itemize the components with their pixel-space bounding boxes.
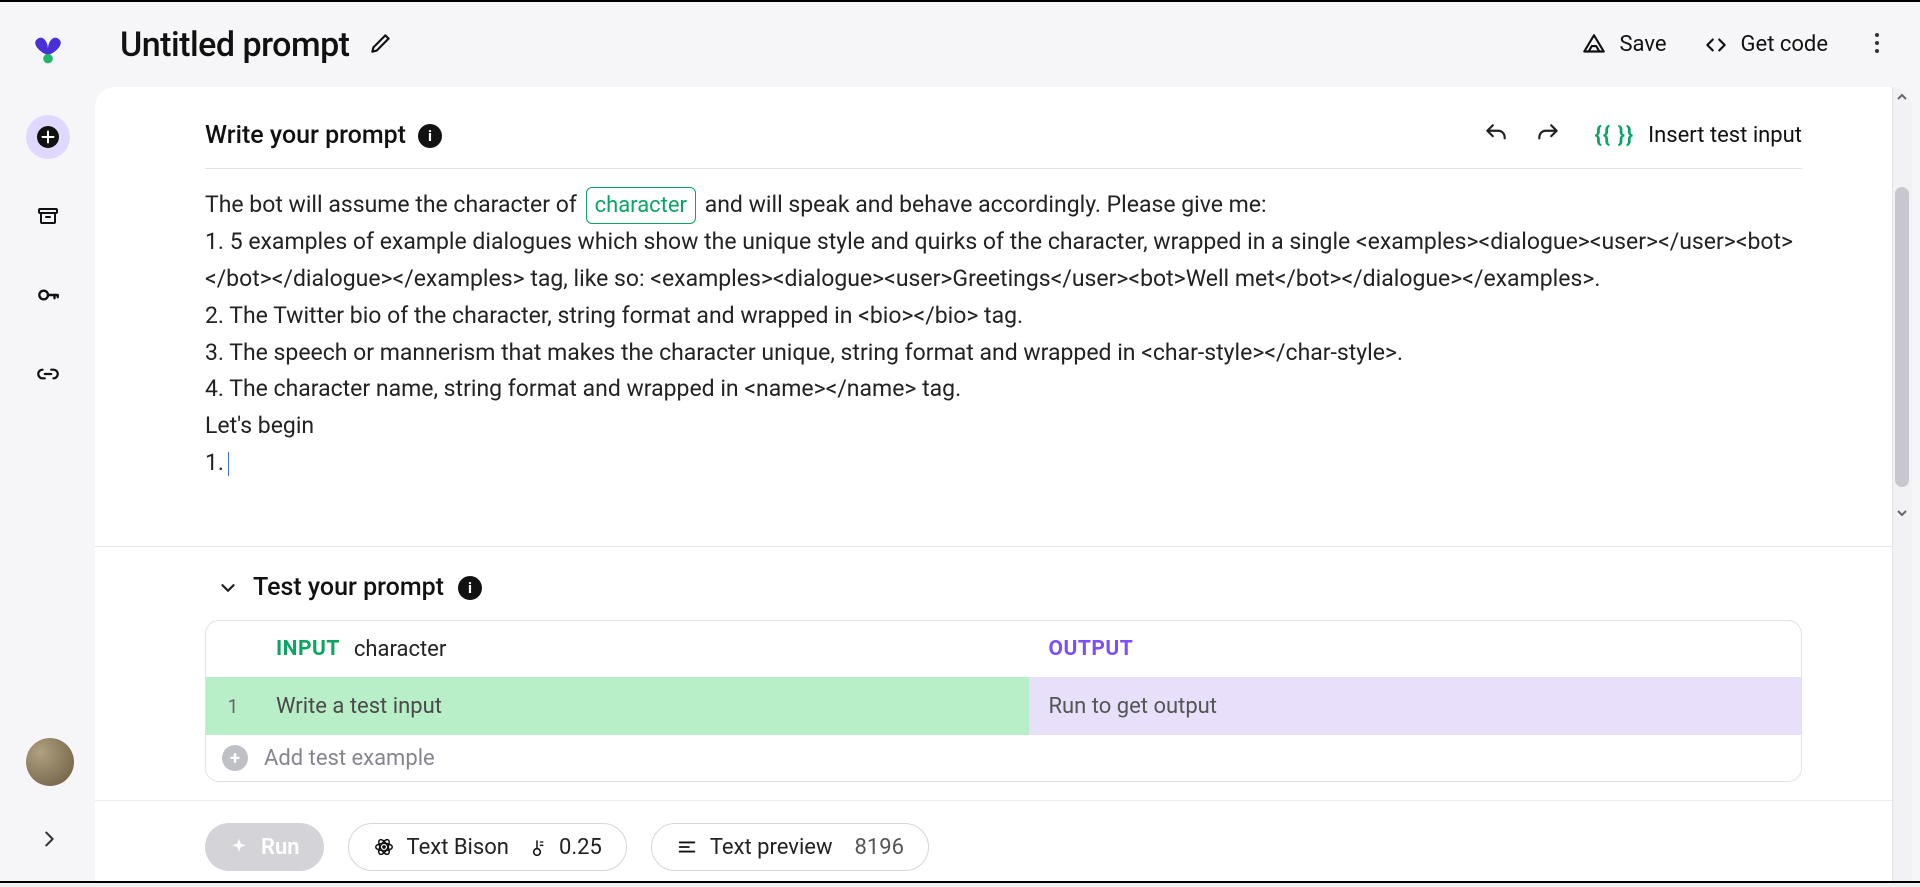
prompt-editor[interactable]: The bot will assume the character of cha… <box>205 187 1802 482</box>
prompt-heading: Write your prompt <box>205 121 406 150</box>
prompt-text: 3. The speech or mannerism that makes th… <box>205 335 1802 372</box>
caret-down-icon <box>1896 507 1908 519</box>
page-title: Untitled prompt <box>120 25 350 65</box>
lines-icon <box>676 836 698 858</box>
temperature-value: 0.25 <box>559 835 602 860</box>
undo-button[interactable] <box>1479 117 1513 154</box>
main: Untitled prompt Save Get code <box>95 2 1920 881</box>
test-heading: Test your prompt <box>253 573 444 602</box>
prompt-text: Let's begin <box>205 408 1802 445</box>
avatar[interactable] <box>26 738 74 786</box>
bottom-bar: Run Text Bison 0.25 Text preview 8196 <box>95 800 1912 881</box>
prompt-text: The bot will assume the character of <box>205 191 583 218</box>
pencil-icon <box>368 30 394 56</box>
preview-label: Text preview <box>710 835 833 860</box>
test-table: INPUT character OUTPUT 1 Write a test in… <box>205 620 1802 782</box>
get-code-button[interactable]: Get code <box>1703 32 1828 58</box>
input-column-label: INPUT <box>276 637 340 661</box>
atom-icon <box>373 836 395 858</box>
more-menu-button[interactable] <box>1864 31 1890 59</box>
info-icon[interactable]: i <box>458 576 482 600</box>
output-column-label: OUTPUT <box>1049 637 1134 661</box>
insert-test-label: Insert test input <box>1648 123 1802 148</box>
thermometer-icon <box>527 837 547 857</box>
scroll-up-button[interactable] <box>1896 91 1908 106</box>
test-section: Test your prompt i INPUT character OUTPU… <box>95 546 1912 782</box>
get-code-label: Get code <box>1741 32 1828 57</box>
text-cursor <box>228 452 229 476</box>
scroll-down-button[interactable] <box>1896 507 1908 522</box>
prompt-text: 4. The character name, string format and… <box>205 371 1802 408</box>
plus-icon <box>37 126 59 148</box>
run-button[interactable]: Run <box>205 823 324 871</box>
save-label: Save <box>1619 32 1666 57</box>
caret-up-icon <box>1896 91 1908 103</box>
logo <box>29 32 67 70</box>
test-input-cell[interactable]: Write a test input <box>260 677 1029 735</box>
undo-icon <box>1483 121 1509 147</box>
card: Write your prompt i <box>95 87 1912 881</box>
prompt-text: 1. <box>205 449 224 476</box>
info-icon[interactable]: i <box>418 124 442 148</box>
edit-title-button[interactable] <box>368 30 394 60</box>
expand-rail-button[interactable] <box>38 828 60 853</box>
redo-icon <box>1535 121 1561 147</box>
prompt-text: 2. The Twitter bio of the character, str… <box>205 298 1802 335</box>
left-rail <box>0 2 95 881</box>
model-selector[interactable]: Text Bison 0.25 <box>348 823 627 871</box>
drive-icon <box>1581 32 1607 58</box>
archive-button[interactable] <box>26 194 70 238</box>
link-button[interactable] <box>26 352 70 396</box>
row-number: 1 <box>206 677 260 735</box>
braces-icon: {{ }} <box>1595 123 1634 148</box>
test-output-cell: Run to get output <box>1029 677 1802 735</box>
chevron-down-icon[interactable] <box>217 577 239 599</box>
table-row: 1 Write a test input Run to get output <box>206 677 1801 735</box>
prompt-text: and will speak and behave accordingly. P… <box>699 191 1267 218</box>
insert-test-input-button[interactable]: {{ }} Insert test input <box>1595 123 1802 148</box>
variable-chip[interactable]: character <box>586 187 696 224</box>
add-test-example-button[interactable]: + Add test example <box>206 735 1801 781</box>
divider <box>205 168 1802 169</box>
model-label: Text Bison <box>407 835 509 860</box>
chevron-right-icon <box>38 828 60 850</box>
redo-button[interactable] <box>1531 117 1565 154</box>
scrollbar-thumb[interactable] <box>1895 187 1909 487</box>
new-button[interactable] <box>26 115 70 159</box>
input-variable-name: character <box>354 637 446 662</box>
link-icon <box>35 361 61 387</box>
key-icon <box>35 282 61 308</box>
dots-vertical-icon <box>1874 31 1880 55</box>
add-test-label: Add test example <box>264 746 435 771</box>
code-icon <box>1703 32 1729 58</box>
plus-circle-icon: + <box>222 745 248 771</box>
token-count: 8196 <box>855 835 904 860</box>
text-preview-button[interactable]: Text preview 8196 <box>651 823 929 871</box>
run-label: Run <box>261 835 300 860</box>
prompt-text: 1. 5 examples of example dialogues which… <box>205 224 1802 298</box>
save-button[interactable]: Save <box>1581 32 1666 58</box>
scrollbar-track[interactable] <box>1892 87 1912 881</box>
sparkle-icon <box>229 837 249 857</box>
archive-icon <box>36 204 60 228</box>
topbar: Untitled prompt Save Get code <box>95 2 1920 87</box>
key-button[interactable] <box>26 273 70 317</box>
